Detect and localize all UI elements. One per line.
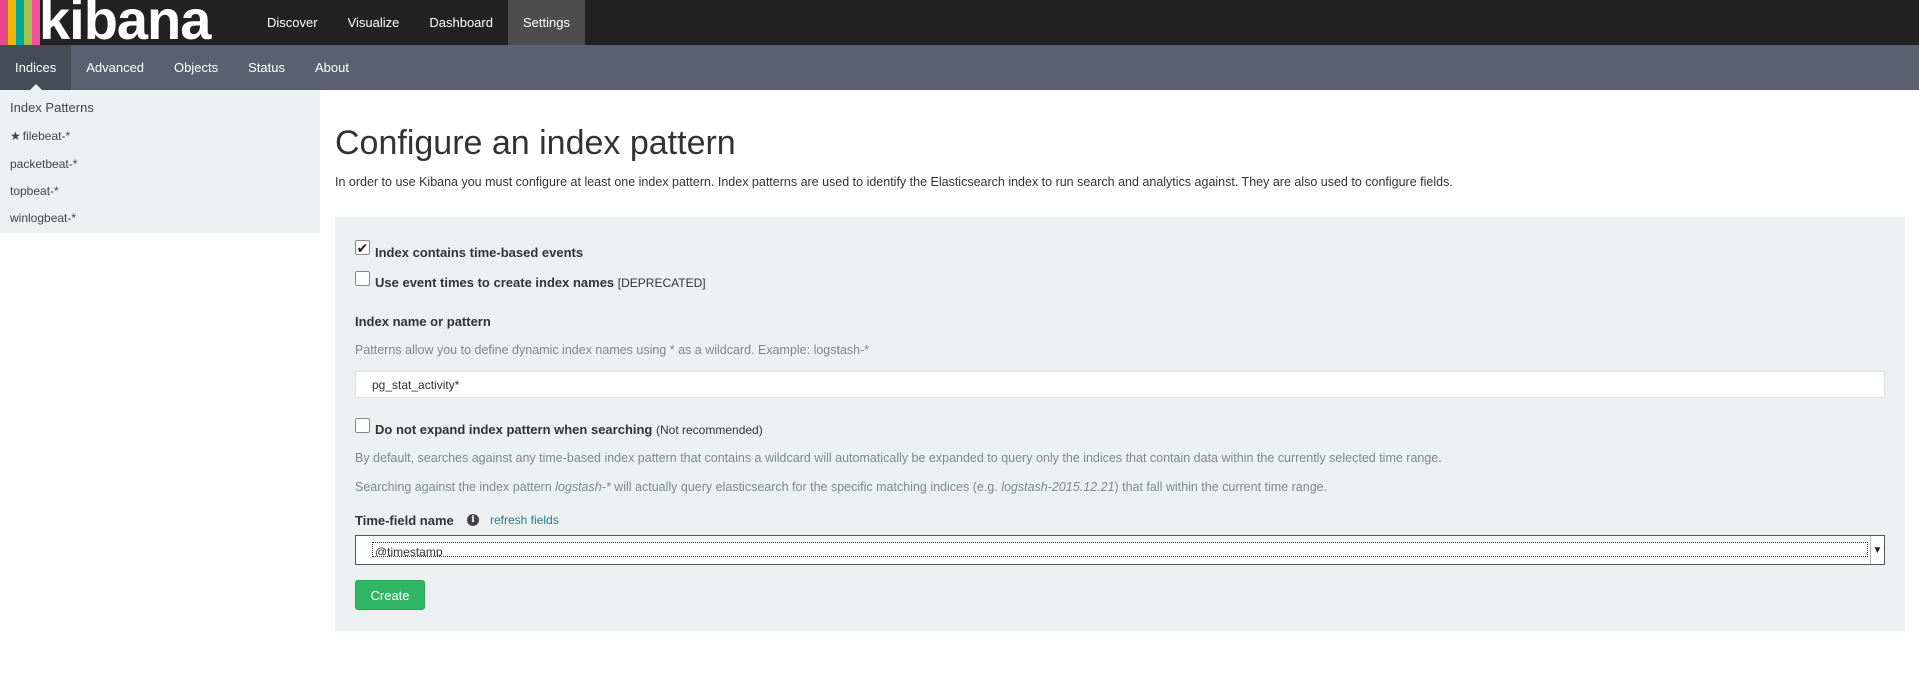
index-pattern-topbeat[interactable]: topbeat-* (10, 184, 59, 198)
expand-example-text: Searching against the index pattern logs… (355, 480, 1328, 494)
page-title: Configure an index pattern (335, 124, 736, 162)
sidebar-title: Index Patterns (10, 100, 94, 115)
tab-status[interactable]: Status (233, 45, 300, 90)
refresh-fields-link[interactable]: refresh fields (490, 513, 559, 527)
logo-text: kibana (39, 0, 211, 45)
time-based-checkbox[interactable]: ✔ (355, 240, 370, 255)
tab-advanced[interactable]: Advanced (71, 45, 159, 90)
create-button[interactable]: Create (355, 580, 425, 610)
event-times-checkbox[interactable] (355, 271, 370, 286)
star-icon: ★ (10, 129, 21, 143)
settings-subnav: Indices Advanced Objects Status About (0, 45, 1919, 90)
time-field-label: Time-field name (355, 513, 454, 528)
tab-objects[interactable]: Objects (159, 45, 233, 90)
time-field-select[interactable]: @timestamp ▼ (355, 535, 1885, 565)
index-name-input[interactable]: pg_stat_activity* (355, 371, 1885, 398)
nav-dashboard[interactable]: Dashboard (414, 0, 508, 45)
page-description: In order to use Kibana you must configur… (335, 175, 1453, 189)
logo-stripe (0, 0, 8, 45)
chevron-down-icon[interactable]: ▼ (1870, 536, 1884, 564)
top-navbar: kibana Discover Visualize Dashboard Sett… (0, 0, 1919, 45)
nav-visualize[interactable]: Visualize (333, 0, 415, 45)
tab-about[interactable]: About (300, 45, 364, 90)
index-pattern-filebeat[interactable]: ★ filebeat-* (10, 129, 70, 143)
index-patterns-sidebar: Index Patterns ★ filebeat-* packetbeat-* … (0, 90, 320, 233)
no-expand-label: Do not expand index pattern when searchi… (375, 422, 763, 437)
event-times-label: Use event times to create index names [D… (375, 275, 706, 290)
tab-indices[interactable]: Indices (0, 45, 72, 90)
time-field-selected-value: @timestamp (372, 542, 1868, 557)
index-pattern-winlogbeat[interactable]: winlogbeat-* (10, 211, 76, 225)
no-expand-checkbox[interactable] (355, 418, 370, 433)
index-name-help: Patterns allow you to define dynamic ind… (355, 343, 870, 357)
nav-discover[interactable]: Discover (252, 0, 333, 45)
top-nav: Discover Visualize Dashboard Settings (252, 0, 585, 45)
pattern-label: filebeat-* (22, 129, 71, 143)
info-icon[interactable]: i (467, 514, 479, 526)
nav-settings[interactable]: Settings (507, 0, 585, 45)
index-name-label: Index name or pattern (355, 314, 491, 329)
index-pattern-packetbeat[interactable]: packetbeat-* (10, 157, 77, 171)
logo-stripe (16, 0, 24, 45)
logo-stripe (24, 0, 32, 45)
expand-help-text: By default, searches against any time-ba… (355, 451, 1442, 465)
time-based-label: Index contains time-based events (375, 245, 584, 260)
logo-stripe (8, 0, 16, 45)
kibana-logo[interactable]: kibana (0, 0, 233, 45)
